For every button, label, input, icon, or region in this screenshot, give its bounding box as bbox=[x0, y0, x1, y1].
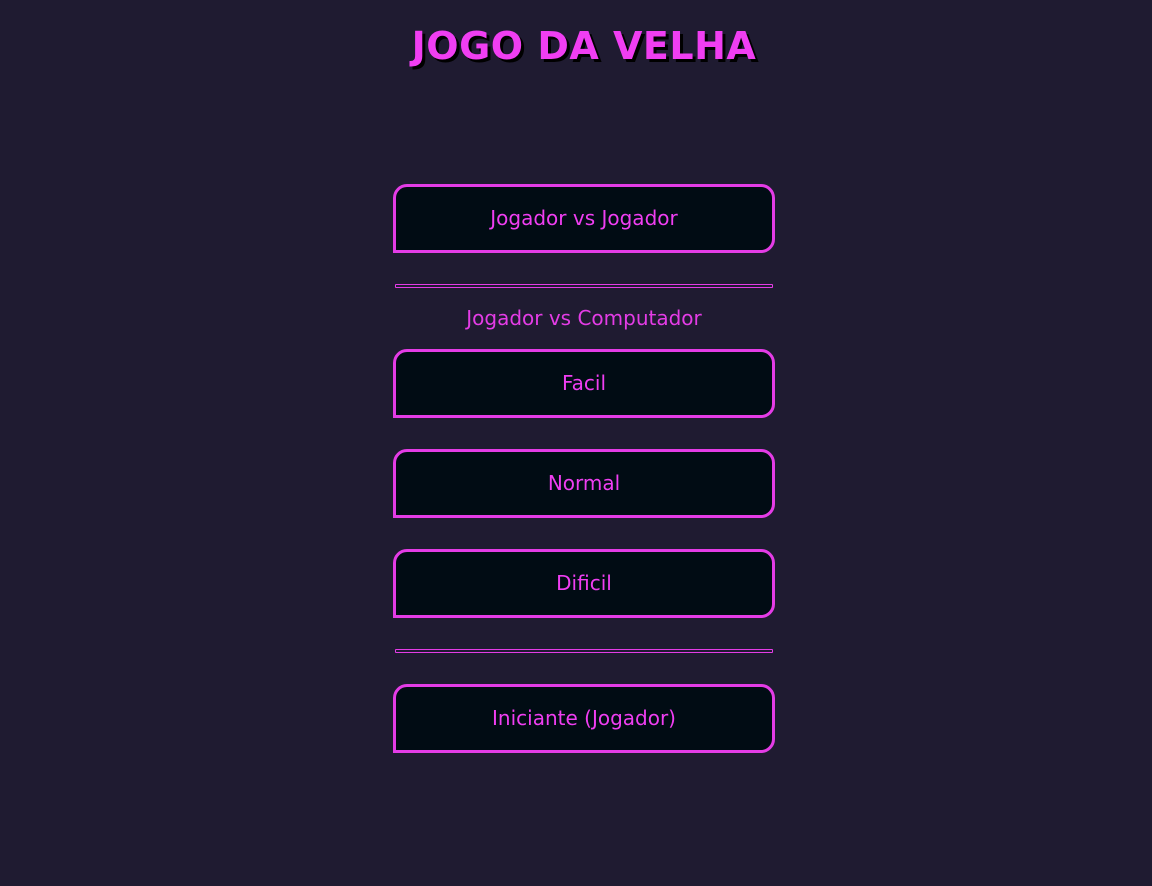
page-title: JOGO DA VELHA bbox=[411, 24, 757, 68]
divider bbox=[395, 284, 773, 288]
player-vs-player-button[interactable]: Jogador vs Jogador bbox=[393, 184, 775, 253]
hard-difficulty-button[interactable]: Dificil bbox=[393, 549, 775, 618]
normal-difficulty-button[interactable]: Normal bbox=[393, 449, 775, 518]
easy-difficulty-button[interactable]: Facil bbox=[393, 349, 775, 418]
divider bbox=[395, 649, 773, 653]
menu-screen: JOGO DA VELHA Jogador vs Jogador Jogador… bbox=[0, 0, 1152, 886]
player-vs-computer-label: Jogador vs Computador bbox=[466, 306, 702, 330]
starter-toggle-button[interactable]: Iniciante (Jogador) bbox=[393, 684, 775, 753]
